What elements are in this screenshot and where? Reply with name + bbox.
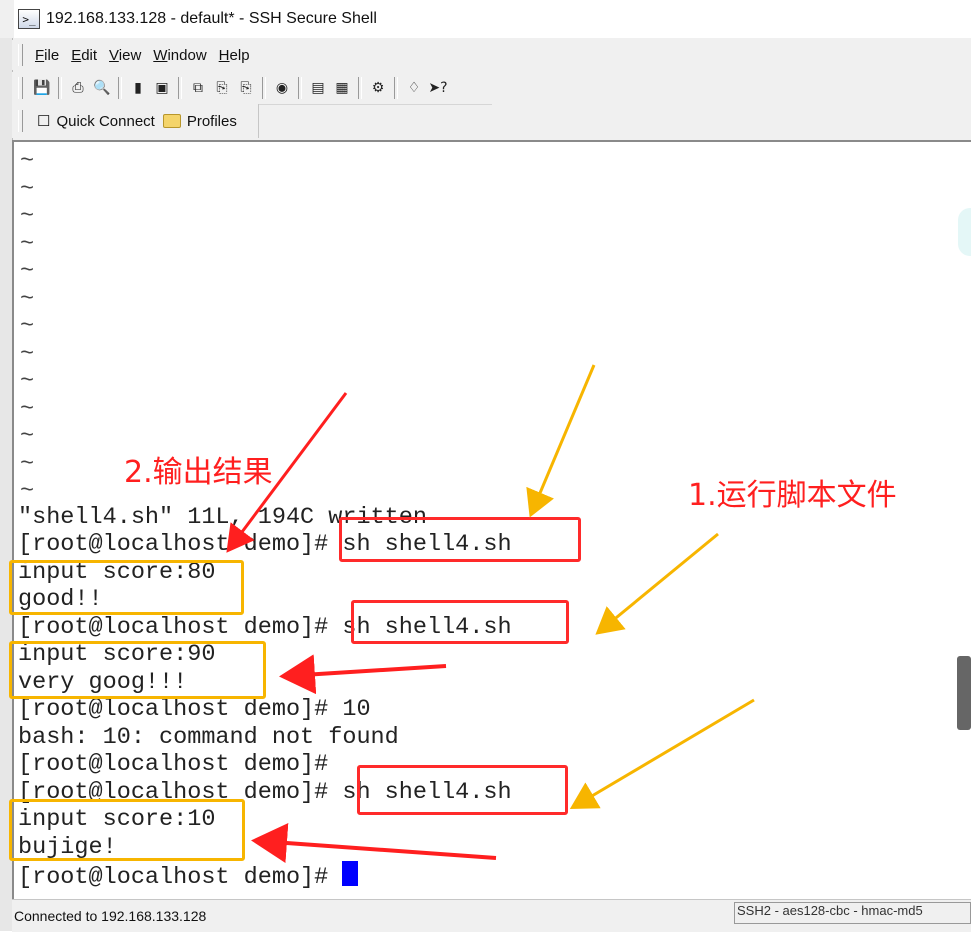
toolbar-separator [178,77,182,99]
terminal-prompt: [root@localhost demo]# [18,864,343,891]
print-icon[interactable]: ⎙ [67,77,89,99]
connection-status: Connected to 192.168.133.128 [14,908,207,924]
context-help-icon[interactable]: ➤? [427,77,449,99]
vim-empty-lines: ~ ~ ~ ~ ~ ~ ~ ~ ~ ~ ~ ~ ~ [20,148,34,506]
menu-file[interactable]: File [29,47,65,64]
menu-bar: File Edit View Window Help [12,40,971,70]
annotation-output-label: 2.输出结果 [124,455,273,490]
print-preview-icon[interactable]: 🔍 [91,77,113,99]
quick-connect-icon: ☐ [37,113,51,130]
sftp-icon[interactable]: ⚙ [367,77,389,99]
menu-view[interactable]: View [103,47,147,64]
run-command-highlight-2 [351,600,569,644]
main-toolbar: 💾 ⎙ 🔍 ▮ ▣ ⧉ ⎘ ⎘ ◉ ▤ ▦ ⚙ ♢ ➤? [12,72,492,105]
cipher-status: SSH2 - aes128-cbc - hmac-md5 [734,902,971,924]
toolbar-separator [262,77,266,99]
tilde-line: ~ [20,230,35,258]
menu-edit[interactable]: Edit [65,47,103,64]
connect-icon[interactable]: ▣ [151,77,173,99]
tilde-line: ~ [20,423,35,450]
tilde-line: ~ [20,313,35,340]
help-book-icon[interactable]: ♢ [403,77,425,99]
text-cursor [342,861,359,886]
terminal-line: [root@localhost demo]# 10 [18,696,371,723]
terminal-prompt-line[interactable]: [root@localhost demo]# [18,861,359,891]
paste-all-icon[interactable]: ⎘ [235,77,257,99]
output-highlight-1 [9,560,244,615]
toolbar-separator [58,77,62,99]
menu-window[interactable]: Window [147,47,212,64]
settings-icon[interactable]: ▤ [307,77,329,99]
side-scroll-handle[interactable] [957,656,971,730]
paste-icon[interactable]: ⎘ [211,77,233,99]
tilde-line: ~ [20,148,35,175]
tilde-line: ~ [20,258,35,285]
disconnect-icon[interactable]: ▮ [127,77,149,99]
profile-settings-icon[interactable]: ▦ [331,77,353,99]
terminal-line: [root@localhost demo]# [18,751,329,778]
tilde-line: ~ [20,478,35,505]
tilde-line: ~ [20,340,35,368]
tilde-line: ~ [20,395,35,423]
ssh-app-icon: >_ [18,9,40,29]
tilde-line: ~ [20,175,35,203]
find-icon[interactable]: ◉ [271,77,293,99]
terminal-line: bash: 10: command not found [18,724,399,751]
toolbar-separator [298,77,302,99]
run-command-highlight-3 [357,765,568,815]
menu-help[interactable]: Help [213,47,256,64]
output-highlight-3 [9,799,245,861]
window-title: 192.168.133.128 - default* - SSH Secure … [46,10,377,27]
toolbar-grip[interactable] [18,77,23,99]
profilebar-grip[interactable] [18,110,23,132]
tilde-line: ~ [20,450,35,478]
run-command-highlight-1 [339,517,581,562]
toolbar-separator [118,77,122,99]
tilde-line: ~ [20,203,35,230]
quick-connect-label: Quick Connect [56,112,155,130]
toolbar-separator [394,77,398,99]
menubar-grip[interactable] [18,44,23,66]
output-highlight-2 [9,641,266,699]
tilde-line: ~ [20,285,35,313]
save-icon[interactable]: 💾 [31,77,53,99]
profile-bar: ☐ Quick Connect Profiles [12,104,259,138]
status-bar: Connected to 192.168.133.128 SSH2 - aes1… [12,899,971,932]
tilde-line: ~ [20,368,35,395]
copy-icon[interactable]: ⧉ [187,77,209,99]
annotation-run-label: 1.运行脚本文件 [688,478,897,513]
toolbar-separator [358,77,362,99]
title-bar: >_ 192.168.133.128 - default* - SSH Secu… [14,0,971,38]
profiles-button[interactable]: Profiles [162,112,237,130]
quick-connect-button[interactable]: ☐ Quick Connect [37,112,155,131]
side-float-widget[interactable] [958,208,971,256]
folder-icon [162,114,181,128]
profiles-label: Profiles [186,112,237,130]
